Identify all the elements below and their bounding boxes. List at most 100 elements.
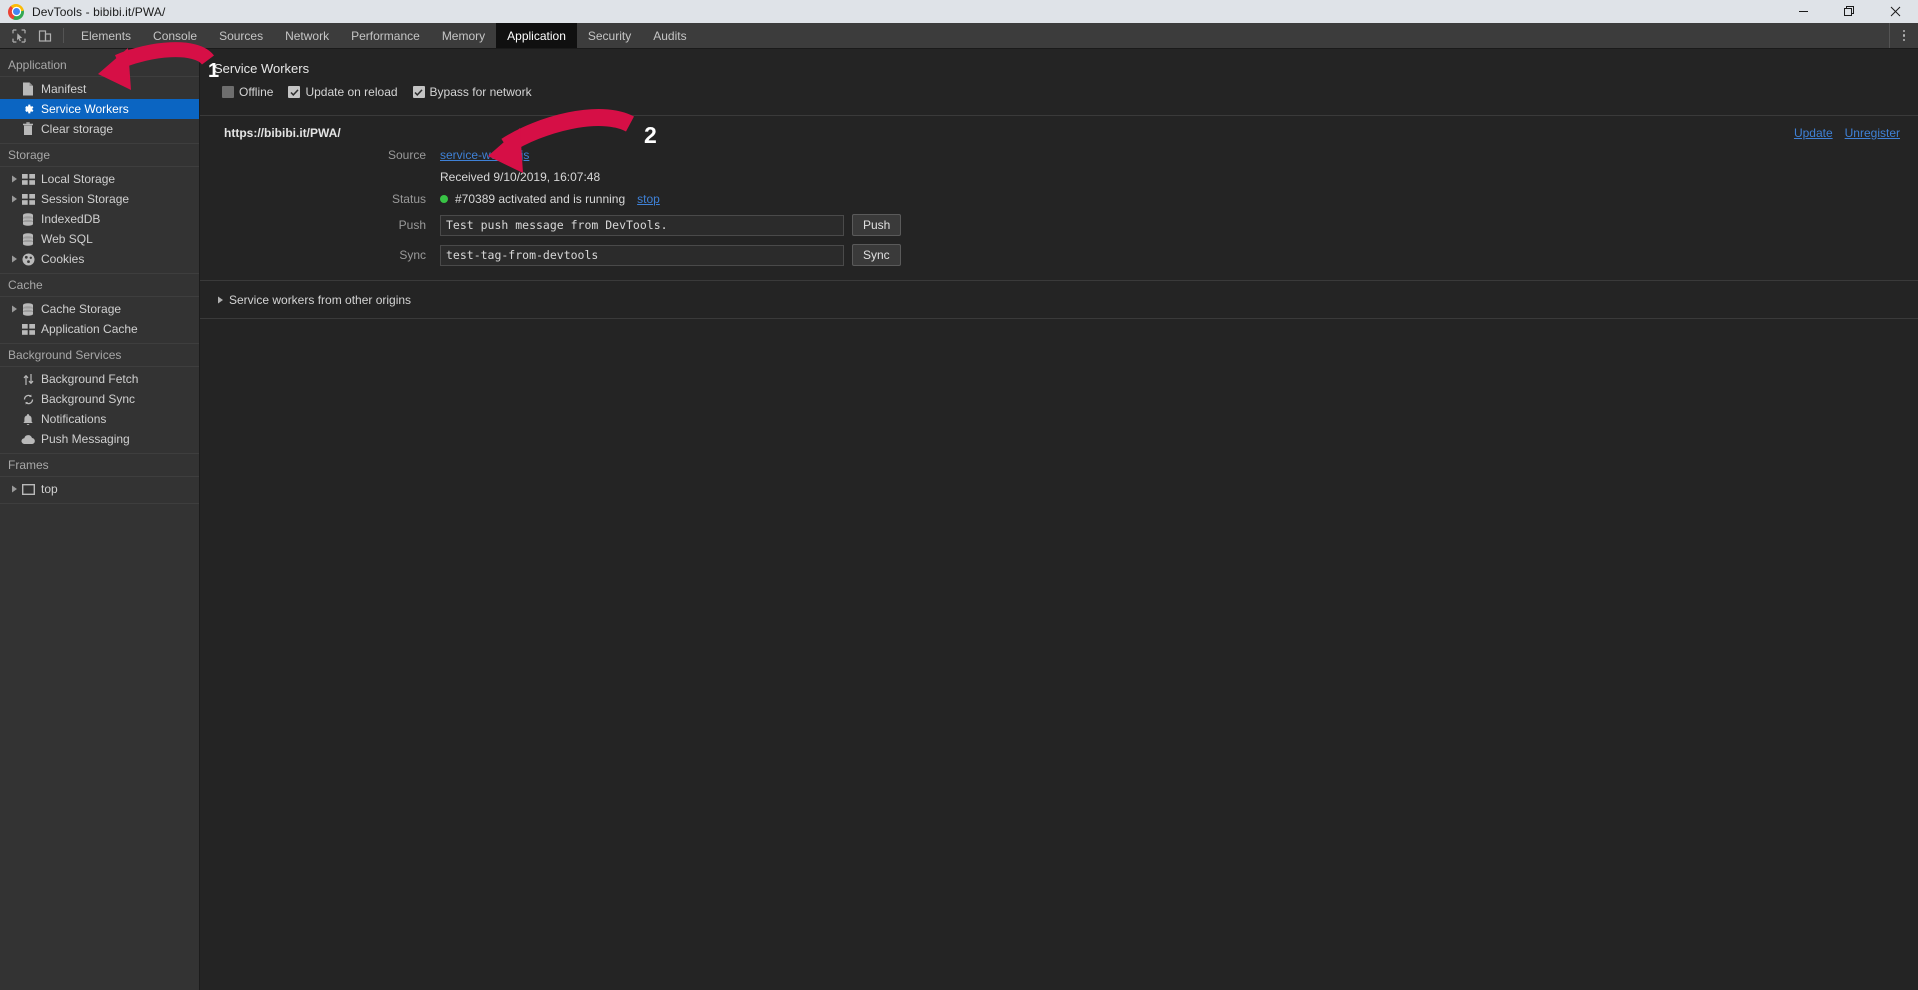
- offline-label: Offline: [239, 85, 274, 99]
- update-link[interactable]: Update: [1794, 126, 1833, 140]
- offline-checkbox-wrapper[interactable]: Offline: [222, 85, 273, 99]
- checkmark-icon: [290, 88, 299, 96]
- sidebar-item-top-frame[interactable]: top: [0, 479, 199, 499]
- sidebar-item-local-storage[interactable]: Local Storage: [0, 169, 199, 189]
- sync-button[interactable]: Sync: [852, 244, 901, 266]
- maximize-button[interactable]: [1826, 0, 1872, 23]
- push-value: Push: [440, 214, 902, 236]
- chevron-right-icon[interactable]: [8, 195, 20, 203]
- sidebar-item-cookies[interactable]: Cookies: [0, 249, 199, 269]
- sidebar-item-cache-storage[interactable]: Cache Storage: [0, 299, 199, 319]
- table-icon: [20, 191, 36, 207]
- tab-application[interactable]: Application: [496, 23, 577, 48]
- sidebar-item-web-sql[interactable]: Web SQL: [0, 229, 199, 249]
- other-origins-label: Service workers from other origins: [229, 293, 412, 307]
- received-row: Received 9/10/2019, 16:07:48: [200, 170, 1918, 184]
- update-on-reload-checkbox-wrapper[interactable]: Update on reload: [288, 85, 398, 99]
- tab-audits[interactable]: Audits: [642, 23, 697, 48]
- sidebar-item-session-storage[interactable]: Session Storage: [0, 189, 199, 209]
- source-value: service-worker.js: [440, 148, 529, 162]
- tab-elements[interactable]: Elements: [70, 23, 142, 48]
- sidebar-item-clear-storage[interactable]: Clear storage: [0, 119, 199, 139]
- sidebar-item-application-cache[interactable]: Application Cache: [0, 319, 199, 339]
- inspect-element-button[interactable]: [6, 23, 32, 49]
- chevron-right-icon[interactable]: [214, 296, 226, 304]
- kebab-dot: [1902, 34, 1906, 37]
- sidebar-item-label: Manifest: [41, 82, 87, 96]
- table-icon: [20, 321, 36, 337]
- update-on-reload-checkbox[interactable]: [288, 86, 301, 98]
- offline-checkbox[interactable]: [222, 86, 234, 98]
- trash-icon: [20, 121, 36, 137]
- sidebar-item-label: Application Cache: [41, 322, 138, 336]
- status-text: #70389 activated and is running: [455, 192, 626, 206]
- bypass-for-network-checkbox[interactable]: [412, 86, 425, 98]
- push-button[interactable]: Push: [852, 214, 902, 236]
- update-on-reload-label: Update on reload: [305, 85, 398, 99]
- window-title: DevTools - bibibi.it/PWA/: [32, 4, 166, 19]
- sidebar-item-manifest[interactable]: Manifest: [0, 79, 199, 99]
- sidebar-item-label: IndexedDB: [41, 212, 101, 226]
- sidebar-item-label: Cookies: [41, 252, 85, 266]
- devtools-tool-icons: [0, 23, 61, 48]
- sidebar-item-label: Service Workers: [41, 102, 129, 116]
- status-row: Status #70389 activated and is running s…: [200, 192, 1918, 206]
- sync-row: Sync Sync: [200, 244, 1918, 266]
- tab-security[interactable]: Security: [577, 23, 642, 48]
- sidebar-item-label: Notifications: [41, 412, 107, 426]
- bypass-for-network-checkbox-wrapper[interactable]: Bypass for network: [412, 85, 532, 99]
- sidebar-item-label: Background Fetch: [41, 372, 139, 386]
- minimize-button[interactable]: [1780, 0, 1826, 23]
- push-input[interactable]: [440, 214, 844, 236]
- tabstrip-right-controls: [1889, 23, 1918, 48]
- other-origins-toggle[interactable]: Service workers from other origins: [200, 281, 1918, 307]
- unregister-link[interactable]: Unregister: [1845, 126, 1900, 140]
- chevron-right-icon[interactable]: [8, 175, 20, 183]
- document-icon: [20, 81, 36, 97]
- frame-icon: [20, 481, 36, 497]
- toolbar-divider: [63, 28, 64, 43]
- close-icon: [1890, 6, 1900, 17]
- sidebar-item-service-workers[interactable]: Service Workers: [0, 99, 199, 119]
- sidebar-item-label: Clear storage: [41, 122, 114, 136]
- registration-origin: https://bibibi.it/PWA/: [224, 126, 341, 140]
- other-origins-divider: [200, 318, 1918, 319]
- toggle-device-toolbar-button[interactable]: [32, 23, 58, 49]
- sidebar-item-label: Web SQL: [41, 232, 93, 246]
- stop-link[interactable]: stop: [637, 192, 660, 206]
- chrome-icon: [8, 3, 24, 20]
- inspect-element-icon: [12, 28, 26, 43]
- sidebar-scrollbar[interactable]: [195, 49, 198, 990]
- table-icon: [20, 171, 36, 187]
- sidebar-item-background-fetch[interactable]: Background Fetch: [0, 369, 199, 389]
- tab-memory[interactable]: Memory: [431, 23, 496, 48]
- service-worker-registration: https://bibibi.it/PWA/ Update Unregister…: [200, 115, 1918, 281]
- close-button[interactable]: [1872, 0, 1918, 23]
- devtools-body: Application Manifest Service Workers Cle…: [0, 49, 1918, 990]
- sidebar-item-background-sync[interactable]: Background Sync: [0, 389, 199, 409]
- sidebar-group-frames: Frames top: [0, 454, 199, 504]
- chevron-right-icon[interactable]: [8, 255, 20, 263]
- chevron-right-icon[interactable]: [8, 485, 20, 493]
- restore-icon: [1843, 6, 1854, 16]
- more-options-button[interactable]: [1890, 23, 1918, 49]
- sidebar-group-background-services: Background Services Background Fetch Bac…: [0, 344, 199, 454]
- application-sidebar: Application Manifest Service Workers Cle…: [0, 49, 200, 990]
- sidebar-group-application: Application Manifest Service Workers Cle…: [0, 54, 199, 144]
- tab-network[interactable]: Network: [274, 23, 340, 48]
- tab-console[interactable]: Console: [142, 23, 208, 48]
- chevron-right-icon[interactable]: [8, 305, 20, 313]
- sidebar-item-indexeddb[interactable]: IndexedDB: [0, 209, 199, 229]
- tab-sources[interactable]: Sources: [208, 23, 274, 48]
- sync-input[interactable]: [440, 244, 844, 266]
- source-file-link[interactable]: service-worker.js: [440, 148, 529, 162]
- sidebar-group-title: Application: [0, 54, 199, 77]
- sidebar-item-push-messaging[interactable]: Push Messaging: [0, 429, 199, 449]
- service-workers-panel: Service Workers Offline Update on reload…: [200, 49, 1918, 990]
- device-toolbar-icon: [38, 29, 52, 42]
- database-icon: [20, 231, 36, 247]
- sidebar-item-notifications[interactable]: Notifications: [0, 409, 199, 429]
- page-title: Service Workers: [214, 61, 310, 76]
- minimize-icon: [1798, 11, 1808, 12]
- tab-performance[interactable]: Performance: [340, 23, 431, 48]
